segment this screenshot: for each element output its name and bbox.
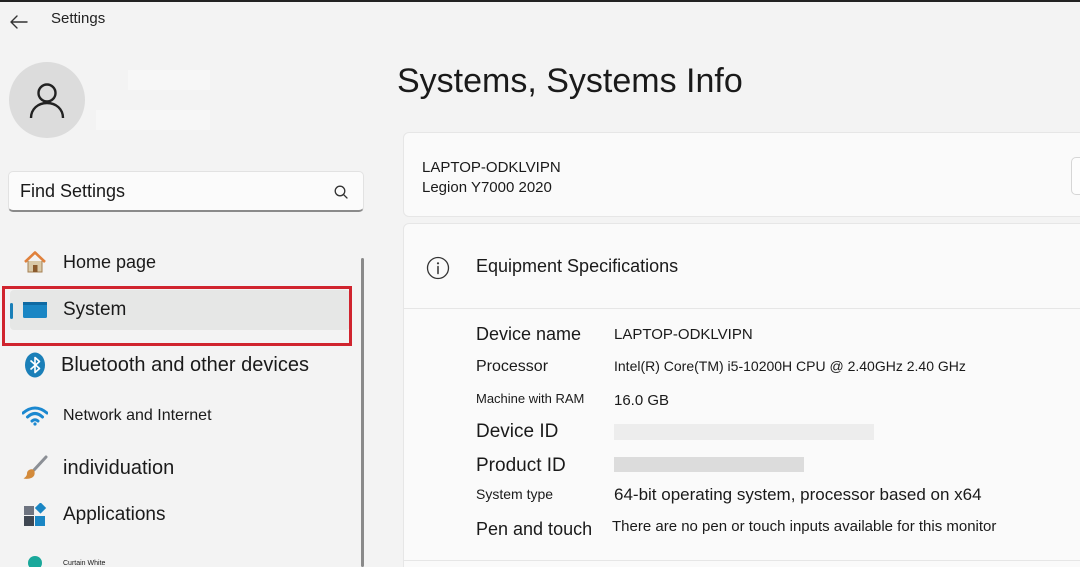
spec-label: Processor — [476, 358, 549, 375]
sidebar-item-label: Bluetooth and other devices — [61, 353, 309, 376]
sidebar-item-bluetooth[interactable]: Bluetooth and other devices — [10, 345, 350, 385]
paintbrush-icon — [22, 455, 48, 481]
specifications-header[interactable]: Equipment Specifications — [404, 224, 1080, 309]
avatar[interactable] — [9, 62, 85, 138]
bluetooth-icon — [22, 352, 48, 378]
spec-label: Device name — [476, 324, 582, 344]
sidebar-item-accounts[interactable]: Curtain White — [10, 543, 350, 567]
spec-value-redacted[interactable] — [614, 424, 874, 440]
sidebar-item-label: Network and Internet — [63, 407, 212, 424]
device-specifications-card: Equipment Specifications Device name LAP… — [403, 223, 1080, 567]
wifi-icon — [22, 403, 48, 429]
sidebar-item-label: Applications — [63, 504, 166, 525]
account-icon — [22, 550, 48, 567]
sidebar-item-apps[interactable]: Applications — [10, 495, 350, 535]
spec-label: Pen and touch — [476, 519, 593, 539]
spec-value[interactable]: 16.0 GB — [614, 392, 669, 409]
search-input[interactable] — [20, 178, 320, 204]
spec-value[interactable]: LAPTOP-ODKLVIPN — [614, 326, 753, 343]
info-icon — [426, 256, 450, 280]
device-model: Legion Y7000 2020 — [422, 179, 552, 196]
search-box[interactable] — [8, 171, 364, 212]
specifications-title: Equipment Specifications — [476, 256, 679, 276]
sidebar-scrollbar[interactable] — [361, 258, 364, 567]
redacted-user-email — [96, 110, 210, 130]
spec-label: Product ID — [476, 455, 566, 476]
search-icon[interactable] — [333, 184, 349, 200]
rename-button[interactable] — [1071, 157, 1080, 195]
page-title: Systems, Systems Info — [397, 62, 743, 100]
home-icon — [22, 249, 48, 275]
sidebar-item-label: Curtain White — [63, 559, 106, 567]
spec-value-redacted[interactable] — [614, 457, 804, 472]
sidebar-item-label: Home page — [63, 251, 157, 272]
spec-label: Machine with RAM — [476, 391, 585, 406]
spec-label: Device ID — [476, 421, 559, 442]
title-bar: Settings — [0, 2, 1080, 36]
app-title: Settings — [51, 10, 106, 27]
sidebar-item-home[interactable]: Home page — [10, 242, 350, 282]
user-icon — [29, 83, 65, 119]
redacted-user-name — [128, 70, 210, 90]
spec-value[interactable]: 64-bit operating system, processor based… — [614, 485, 982, 505]
back-arrow-icon — [10, 15, 28, 29]
spec-label: System type — [476, 486, 554, 502]
sidebar-item-network[interactable]: Network and Internet — [10, 396, 350, 436]
sidebar-item-label: individuation — [63, 456, 175, 479]
device-hostname: LAPTOP-ODKLVIPN — [422, 159, 561, 176]
spec-value[interactable]: There are no pen or touch inputs availab… — [612, 518, 996, 535]
divider — [404, 560, 1080, 561]
apps-icon — [22, 502, 48, 528]
sidebar-item-personalization[interactable]: individuation — [10, 448, 350, 488]
spec-value[interactable]: Intel(R) Core(TM) i5-10200H CPU @ 2.40GH… — [614, 358, 966, 374]
device-card: LAPTOP-ODKLVIPN Legion Y7000 2020 — [403, 132, 1080, 217]
back-button[interactable] — [6, 10, 32, 34]
highlight-box — [2, 286, 352, 346]
